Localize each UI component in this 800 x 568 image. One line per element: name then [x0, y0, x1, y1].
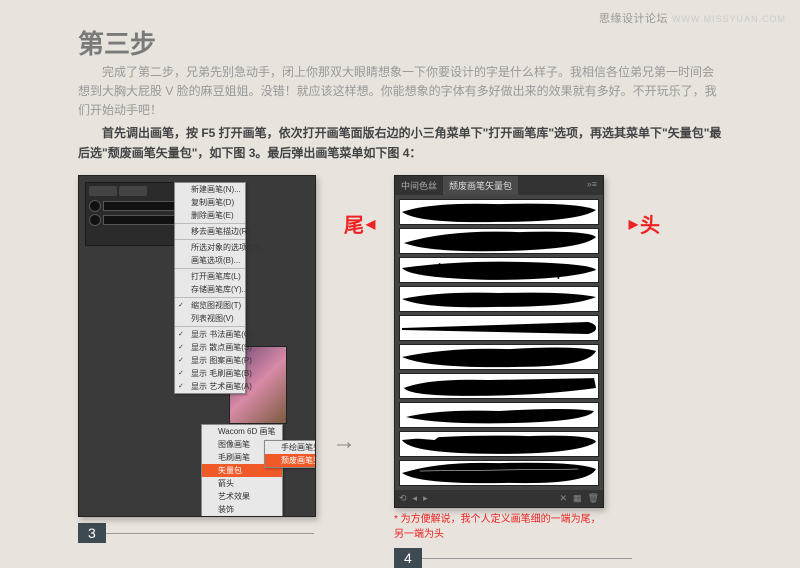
intro-paragraph: 完成了第二步，兄弟先别急动手，闭上你那双大眼睛想象一下你要设计的字是什么样子。我…	[78, 63, 722, 121]
figure-3: 新建画笔(N)... 复制画笔(D) 删除画笔(E) 移去画笔描边(R) 所选对…	[78, 175, 316, 543]
vector-pack-submenu[interactable]: 手绘画笔矢量包 颓废画笔矢量包	[264, 440, 316, 468]
brush-stroke-3[interactable]	[399, 257, 599, 283]
figure-4: 尾◀ ▶头 中间色丝 颓废画笔矢量包 »≡	[372, 175, 632, 568]
tab-mid[interactable]: 中间色丝	[395, 176, 443, 195]
trash-icon[interactable]: 🗑	[588, 493, 599, 504]
brush-library-submenu[interactable]: Wacom 6D 画笔 图像画笔 毛刷画笔 矢量包 箭头 艺术效果 装饰 边框 …	[201, 424, 283, 517]
figure-number-4: 4	[394, 548, 422, 568]
brush-stroke-5[interactable]	[399, 315, 599, 341]
head-label: ▶头	[629, 209, 660, 238]
brush-list	[395, 195, 603, 490]
brush-stroke-7[interactable]	[399, 373, 599, 399]
reset-icon[interactable]: ⟲	[399, 493, 407, 504]
prev-icon[interactable]: ◂	[413, 493, 418, 504]
brush-stroke-4[interactable]	[399, 286, 599, 312]
new-icon[interactable]: ▦	[573, 493, 582, 504]
arrow-icon: →	[332, 428, 356, 456]
brush-stroke-2[interactable]	[399, 228, 599, 254]
footnote: * 为方便解说，我个人定义画笔细的一端为尾，另一端为头	[394, 512, 602, 542]
brush-stroke-1[interactable]	[399, 199, 599, 225]
brush-stroke-10[interactable]	[399, 460, 599, 486]
tail-label: 尾◀	[344, 209, 375, 238]
panel-menu-icon[interactable]: »≡	[581, 176, 603, 195]
delete-icon[interactable]: ✕	[560, 493, 568, 504]
panel-footer: ⟲ ◂ ▸ ✕ ▦ 🗑	[395, 490, 603, 507]
step-title: 第三步	[78, 24, 722, 61]
next-icon[interactable]: ▸	[423, 493, 428, 504]
brush-stroke-9[interactable]	[399, 431, 599, 457]
panel-flyout-menu[interactable]: 新建画笔(N)... 复制画笔(D) 删除画笔(E) 移去画笔描边(R) 所选对…	[174, 182, 246, 394]
brush-stroke-8[interactable]	[399, 402, 599, 428]
tab-grunge-pack[interactable]: 颓废画笔矢量包	[443, 176, 518, 195]
brush-stroke-6[interactable]	[399, 344, 599, 370]
brush-library-panel: 中间色丝 颓废画笔矢量包 »≡	[394, 175, 604, 508]
instruction-paragraph: 首先调出画笔，按 F5 打开画笔，依次打开画笔面版右边的小三角菜单下"打开画笔库…	[78, 123, 722, 164]
figure-number-3: 3	[78, 523, 106, 543]
watermark: 思缘设计论坛WWW.MISSYUAN.COM	[599, 10, 786, 26]
brush-panel-menu-screenshot: 新建画笔(N)... 复制画笔(D) 删除画笔(E) 移去画笔描边(R) 所选对…	[78, 175, 316, 517]
